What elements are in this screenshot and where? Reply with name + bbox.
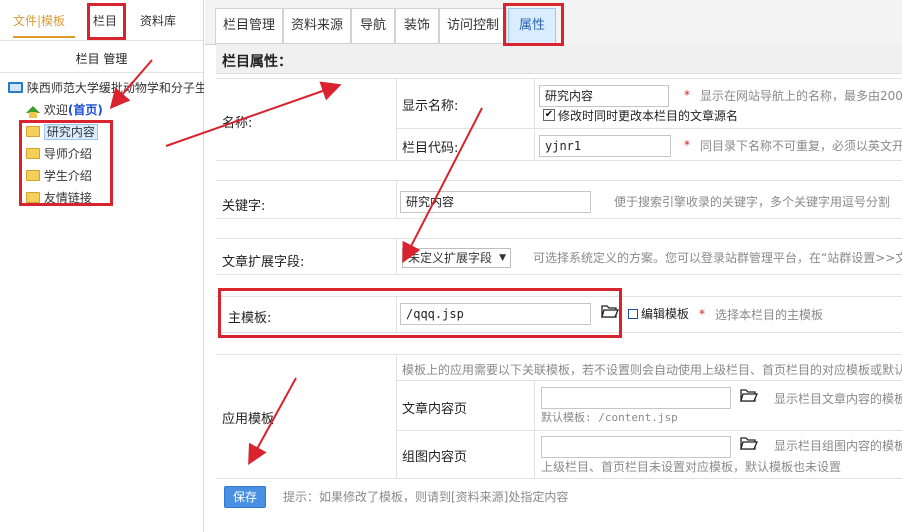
row-line (216, 274, 902, 275)
tab-library[interactable]: 资料库 (140, 12, 176, 38)
row-line (216, 78, 902, 79)
col-line (396, 296, 397, 332)
main-template-hint: 选择本栏目的主模板 (715, 308, 824, 322)
col-line (396, 354, 397, 478)
display-name-input[interactable]: 研究内容 (539, 85, 669, 107)
home-label: 欢迎 (43, 103, 68, 117)
article-hint: 显示栏目文章内容的模板 (774, 392, 902, 406)
tree-item-students[interactable]: 学生介绍 (26, 166, 92, 186)
name-label: 名称: (222, 116, 253, 131)
tree-item-research[interactable]: 研究内容 (26, 122, 98, 142)
tab-access[interactable]: 访问控制 (439, 8, 507, 44)
col-line (534, 78, 535, 160)
required-star: * (684, 138, 690, 152)
tab-file-template[interactable]: 文件|模板 (13, 12, 75, 38)
article-label: 文章内容页 (402, 402, 468, 417)
app-template-intro: 模板上的应用需要以下关联模板，若不设置则会自动使用上级栏目、首页栏目的对应模板或… (402, 363, 902, 377)
ext-select-value: 未定义扩展字段 (408, 251, 493, 265)
open-folder-icon[interactable] (601, 304, 619, 318)
code-hint: 同目录下名称不可重复，必须以英文开 (700, 139, 902, 153)
row-line (216, 354, 902, 355)
open-folder-icon[interactable] (740, 388, 758, 402)
row-line (216, 296, 902, 297)
ext-select[interactable]: 未定义扩展字段 ▼ (402, 248, 511, 268)
display-name-label: 显示名称: (402, 99, 459, 114)
folder-icon (26, 148, 40, 159)
code-input[interactable]: yjnr1 (539, 135, 671, 157)
row-line (216, 180, 902, 181)
code-label: 栏目代码: (402, 141, 459, 156)
home-emph-label: (首页) (67, 103, 103, 117)
monitor-icon (8, 82, 23, 93)
gallery-default: 上级栏目、首页栏目未设置对应模板，默认模板也未设置 (541, 460, 842, 474)
row-line (216, 160, 902, 161)
folder-icon (26, 192, 40, 203)
col-line (396, 180, 397, 218)
main-template-input[interactable]: /qqq.jsp (400, 303, 591, 325)
tree-root[interactable]: 陕西师范大学缓批动物学和分子生 (8, 78, 204, 98)
row-line (216, 218, 902, 219)
left-tab-divider (0, 40, 203, 41)
sync-checkbox-label: 修改时同时更改本栏目的文章源名 (558, 109, 739, 123)
keywords-hint: 便于搜索引擎收录的关键字，多个关键字用逗号分割 (614, 195, 891, 209)
row-line (396, 430, 902, 431)
tab-column[interactable]: 栏目 (93, 12, 117, 38)
tab-decoration[interactable]: 装饰 (395, 8, 439, 44)
tab-properties[interactable]: 属性 (508, 8, 556, 44)
ext-label: 文章扩展字段: (222, 255, 305, 270)
tree-item-label: 研究内容 (43, 124, 98, 140)
home-icon (26, 106, 40, 118)
panel-title: 栏目 管理 (75, 52, 128, 66)
left-panel: 文件|模板 栏目 资料库 栏目 管理 陕西师范大学缓批动物学和分子生 欢迎(首页… (0, 0, 204, 532)
row-line (396, 380, 902, 381)
keywords-input[interactable]: 研究内容 (400, 191, 591, 213)
row-line (216, 238, 902, 239)
folder-icon (26, 126, 40, 137)
edit-link-icon (628, 309, 638, 319)
gallery-template-input[interactable] (541, 436, 731, 458)
tree-item-label: 导师介绍 (43, 147, 92, 161)
tree-root-label: 陕西师范大学缓批动物学和分子生 (26, 81, 204, 95)
tab-source[interactable]: 资料来源 (283, 8, 351, 44)
article-default: 默认模板: /content.jsp (541, 411, 678, 424)
required-star: * (699, 307, 705, 321)
sync-checkbox[interactable]: ✔ (543, 109, 555, 121)
save-hint: 提示：如果修改了模板，则请到[资料来源]处指定内容 (283, 490, 569, 504)
save-button[interactable]: 保存 (224, 486, 266, 508)
tree-item-label: 友情链接 (43, 191, 92, 205)
section-title: 栏目属性： (222, 54, 292, 70)
tree-item-links[interactable]: 友情链接 (26, 188, 92, 208)
tree-item-home[interactable]: 欢迎(首页) (26, 100, 103, 120)
gallery-label: 组图内容页 (402, 450, 468, 465)
col-line (396, 78, 397, 160)
keywords-label: 关键字: (222, 199, 266, 214)
row-line (216, 478, 902, 479)
tab-column-manage[interactable]: 栏目管理 (215, 8, 283, 44)
tree-item-label: 学生介绍 (43, 169, 92, 183)
row-line (396, 128, 902, 129)
section-header-bar (216, 44, 902, 74)
edit-template-link[interactable]: 编辑模板 (641, 305, 689, 322)
main-template-label: 主模板: (228, 311, 272, 326)
tab-nav[interactable]: 导航 (351, 8, 395, 44)
display-name-hint: 显示在网站导航上的名称，最多由200个 (700, 89, 902, 103)
col-line (534, 380, 535, 478)
app-template-label: 应用模板 (222, 412, 275, 427)
article-template-input[interactable] (541, 387, 731, 409)
left-title-divider (0, 72, 203, 73)
folder-icon (26, 170, 40, 181)
open-folder-icon[interactable] (740, 436, 758, 450)
row-line (216, 332, 902, 333)
tree-item-advisor[interactable]: 导师介绍 (26, 144, 92, 164)
dropdown-arrow-icon: ▼ (499, 253, 506, 263)
ext-hint: 可选择系统定义的方案。您可以登录站群管理平台，在“站群设置>>文 (533, 251, 902, 265)
gallery-hint: 显示栏目组图内容的模板 (774, 439, 902, 453)
required-star: * (684, 88, 690, 102)
col-line (396, 238, 397, 274)
